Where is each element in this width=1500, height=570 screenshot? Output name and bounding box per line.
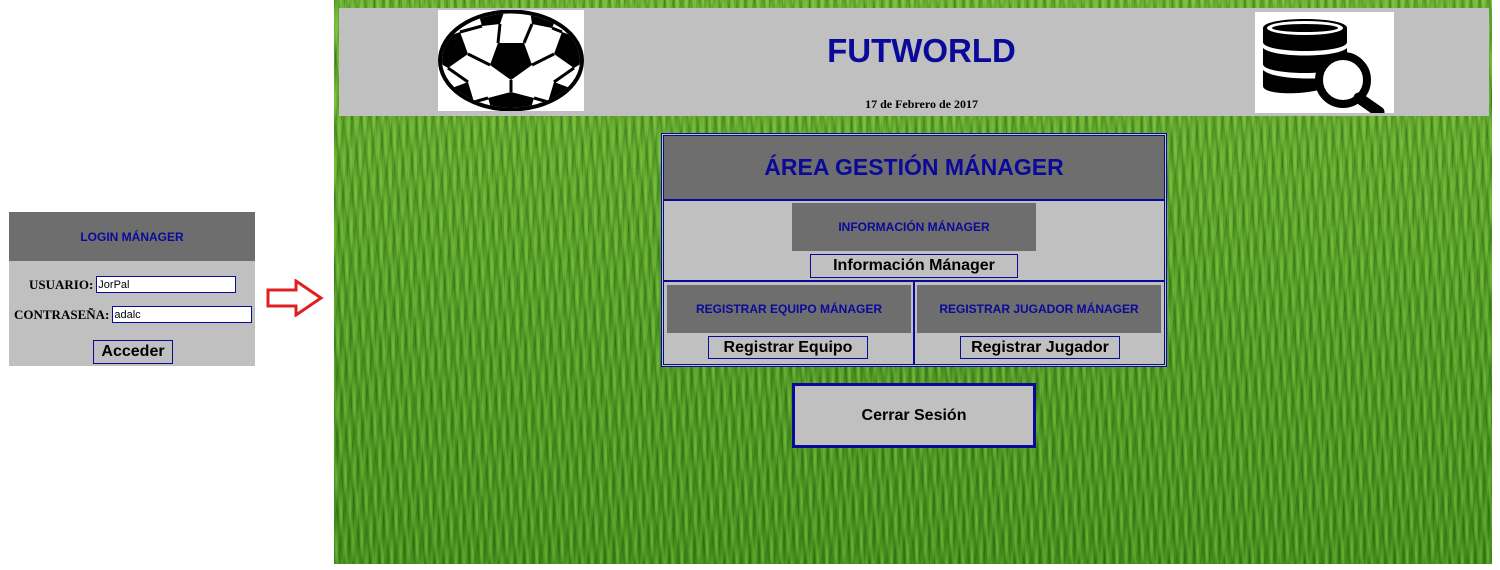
username-label: USUARIO: [29,276,94,292]
info-section-label: INFORMACIÓN MÁNAGER [792,203,1036,251]
site-banner: FUTWORLD 17 de Febrero de 2017 [339,8,1489,116]
login-panel: LOGIN MÁNAGER USUARIO: CONTRASEÑA: Acced… [9,212,255,366]
password-row: CONTRASEÑA: [14,306,253,323]
password-label: CONTRASEÑA: [14,306,110,322]
register-team-button[interactable]: Registrar Equipo [708,336,868,359]
register-player-button[interactable]: Registrar Jugador [960,336,1120,359]
database-image [1255,12,1394,113]
logout-button[interactable]: Cerrar Sesión [792,383,1036,448]
player-section-label: REGISTRAR JUGADOR MÁNAGER [917,285,1161,333]
divider [913,282,915,364]
management-panel: ÁREA GESTIÓN MÁNAGER INFORMACIÓN MÁNAGER… [661,133,1167,367]
right-arrow-icon [266,279,324,317]
login-submit-button[interactable]: Acceder [93,340,173,364]
password-input[interactable] [112,306,253,323]
username-input[interactable] [96,276,237,293]
database-search-icon [1263,19,1385,113]
username-row: USUARIO: [29,276,237,293]
login-title: LOGIN MÁNAGER [9,212,255,261]
main-page: FUTWORLD 17 de Febrero de 2017 ÁREA GEST [334,0,1492,564]
screenshot-canvas: LOGIN MÁNAGER USUARIO: CONTRASEÑA: Acced… [0,0,1500,570]
info-manager-button[interactable]: Información Mánager [810,254,1018,278]
team-section-label: REGISTRAR EQUIPO MÁNAGER [667,285,911,333]
management-title: ÁREA GESTIÓN MÁNAGER [664,136,1164,201]
